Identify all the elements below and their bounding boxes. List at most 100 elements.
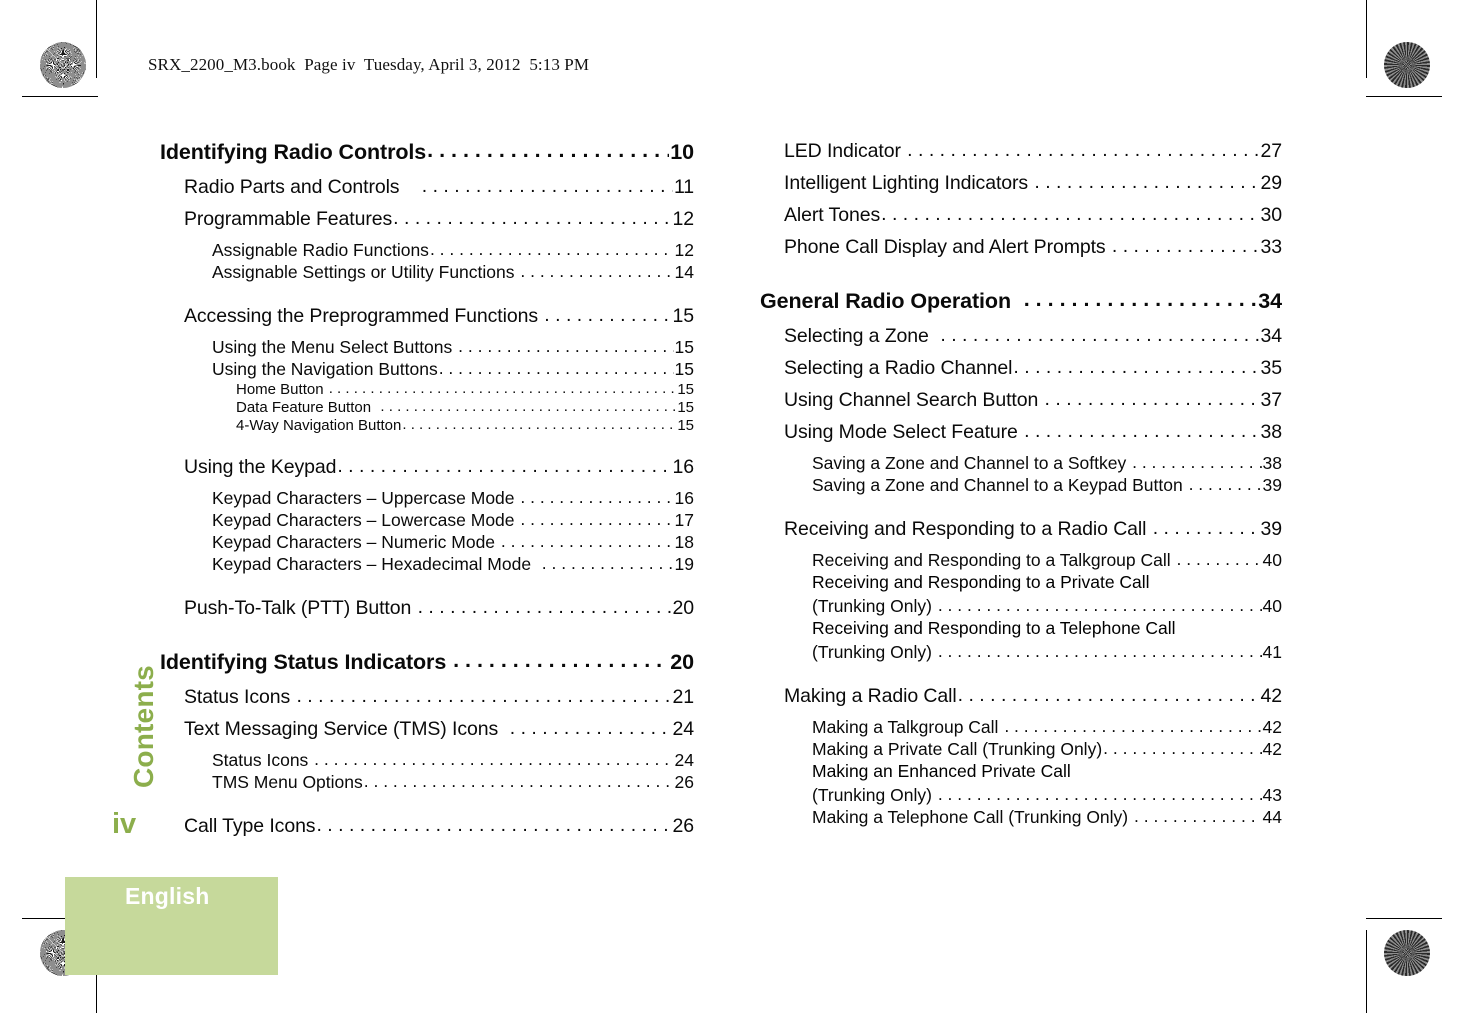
toc-entry-page-number: 41 (1262, 642, 1282, 662)
toc-entry[interactable]: 4-Way Navigation Button 15 (236, 417, 694, 434)
toc-entry[interactable]: Identifying Radio Controls 10 (160, 140, 694, 165)
toc-entry-title: Push-To-Talk (PTT) Button (184, 597, 417, 619)
toc-entry[interactable]: Phone Call Display and Alert Prompts 33 (784, 236, 1282, 259)
toc-entry-page-number: 10 (670, 140, 694, 164)
toc-entry[interactable]: Home Button 15 (236, 381, 694, 398)
toc-entry-title: TMS Menu Options (212, 772, 363, 792)
toc-entry-title: (Trunking Only) (812, 785, 937, 805)
toc-entry[interactable]: Assignable Radio Functions 12 (212, 240, 694, 261)
toc-entry-page-number: 37 (1260, 389, 1283, 411)
toc-entry[interactable]: Identifying Status Indicators 20 (160, 650, 694, 675)
toc-leader-dots (542, 553, 674, 574)
toc-leader-dots (422, 175, 673, 198)
toc-entry[interactable]: Making a Telephone Call (Trunking Only) … (812, 807, 1282, 828)
toc-entry-title: Identifying Status Indicators (160, 650, 453, 674)
toc-entry[interactable]: Keypad Characters – Uppercase Mode 16 (212, 488, 694, 509)
toc-entry[interactable]: Using the Navigation Buttons 15 (212, 359, 694, 380)
toc-entry-page-number: 15 (672, 305, 695, 327)
toc-entry-page-number: 33 (1260, 236, 1283, 258)
toc-entry[interactable]: Push-To-Talk (PTT) Button 20 (184, 597, 694, 620)
toc-column-right: LED Indicator 27 Intelligent Lighting Ind… (760, 140, 1282, 829)
toc-entry[interactable]: Using the Keypad 16 (184, 456, 694, 479)
toc-leader-dots (430, 239, 674, 260)
toc-entry-title: Using the Menu Select Buttons (212, 337, 458, 357)
chapter-side-tab: Contents (92, 640, 159, 790)
toc-entry-title: General Radio Operation (760, 289, 1023, 313)
toc-entry[interactable]: Using Channel Search Button 37 (784, 389, 1282, 412)
toc-entry[interactable]: Making a Talkgroup Call 42 (812, 717, 1282, 738)
toc-entry-page-number: 15 (674, 359, 694, 379)
toc-entry[interactable]: Using the Menu Select Buttons 15 (212, 337, 694, 358)
toc-entry-page-number: 15 (677, 381, 694, 398)
crop-mark-bottom-right-horizontal (1366, 918, 1442, 919)
toc-entry-title: Home Button (236, 381, 328, 398)
toc-entry[interactable]: Selecting a Zone 34 (784, 325, 1282, 348)
toc-entry[interactable]: Status Icons 24 (212, 750, 694, 771)
toc-entry[interactable]: Accessing the Preprogrammed Functions 15 (184, 305, 694, 328)
toc-entry[interactable]: Making a Private Call (Trunking Only) 42 (812, 739, 1282, 760)
toc-leader-dots (296, 685, 671, 708)
toc-entry[interactable]: Text Messaging Service (TMS) Icons 24 (184, 718, 694, 741)
registration-target-left-upper (28, 96, 88, 156)
toc-entry-wrapped-line[interactable]: Receiving and Responding to a Private Ca… (812, 572, 1282, 593)
toc-entry-page-number: 24 (672, 718, 695, 740)
toc-entry[interactable]: Selecting a Radio Channel 35 (784, 357, 1282, 380)
toc-leader-dots (938, 641, 1262, 662)
toc-entry[interactable]: Receiving and Responding to a Radio Call… (784, 518, 1282, 541)
toc-entry-page-number: 20 (672, 597, 695, 619)
toc-entry[interactable]: Data Feature Button 15 (236, 399, 694, 416)
toc-entry[interactable]: Keypad Characters – Hexadecimal Mode 19 (212, 554, 694, 575)
toc-entry[interactable]: (Trunking Only) 43 (812, 785, 1282, 806)
toc-entry-title: Making a Radio Call (784, 685, 957, 707)
toc-entry-title: Call Type Icons (184, 815, 316, 837)
toc-entry-page-number: 39 (1260, 518, 1283, 540)
toc-entry[interactable]: Intelligent Lighting Indicators 29 (784, 172, 1282, 195)
toc-entry-page-number: 35 (1260, 357, 1283, 379)
toc-entry-page-number: 20 (670, 650, 694, 674)
toc-entry-title: Making a Private Call (Trunking Only) (812, 739, 1103, 759)
toc-entry-title: Status Icons (212, 750, 314, 770)
toc-entry[interactable]: Alert Tones 30 (784, 204, 1282, 227)
toc-entry[interactable]: (Trunking Only) 40 (812, 596, 1282, 617)
toc-entry-title: Alert Tones (784, 204, 881, 226)
toc-entry-title: (Trunking Only) (812, 642, 937, 662)
toc-entry[interactable]: Assignable Settings or Utility Functions… (212, 262, 694, 283)
toc-entry-title: Keypad Characters – Numeric Mode (212, 532, 500, 552)
toc-entry[interactable]: Saving a Zone and Channel to a Softkey 3… (812, 453, 1282, 474)
toc-entry-wrapped-line[interactable]: Making an Enhanced Private Call (812, 761, 1282, 782)
toc-entry-page-number: 15 (674, 337, 694, 357)
toc-entry-title: Selecting a Radio Channel (784, 357, 1013, 379)
toc-entry[interactable]: General Radio Operation 34 (760, 289, 1282, 314)
toc-leader-dots (501, 531, 674, 552)
toc-entry-page-number: 34 (1258, 289, 1282, 313)
toc-leader-dots (1189, 474, 1262, 495)
toc-entry[interactable]: Receiving and Responding to a Talkgroup … (812, 550, 1282, 571)
toc-entry[interactable]: Saving a Zone and Channel to a Keypad Bu… (812, 475, 1282, 496)
document-page: SRX_2200_M3.book Page iv Tuesday, April … (0, 0, 1462, 1013)
toc-leader-dots (1024, 420, 1259, 443)
toc-entry-title: LED Indicator (784, 140, 907, 162)
toc-entry[interactable]: LED Indicator 27 (784, 140, 1282, 163)
registration-target-right-upper (1375, 96, 1435, 156)
toc-entry-page-number: 15 (677, 417, 694, 434)
toc-entry-title: Selecting a Zone (784, 325, 940, 347)
toc-entry[interactable]: Programmable Features 12 (184, 208, 694, 231)
toc-leader-dots (881, 203, 1259, 226)
toc-leader-dots (938, 784, 1262, 805)
toc-entry[interactable]: Keypad Characters – Lowercase Mode 17 (212, 510, 694, 531)
toc-entry-wrapped-line[interactable]: Receiving and Responding to a Telephone … (812, 618, 1282, 639)
toc-entry[interactable]: Keypad Characters – Numeric Mode 18 (212, 532, 694, 553)
toc-entry[interactable]: (Trunking Only) 41 (812, 642, 1282, 663)
toc-entry[interactable]: Using Mode Select Feature 38 (784, 421, 1282, 444)
toc-entry[interactable]: Making a Radio Call 42 (784, 685, 1282, 708)
toc-entry-page-number: 19 (674, 554, 694, 574)
toc-entry-title: Using Channel Search Button (784, 389, 1044, 411)
crop-mark-top-right-vertical (1366, 0, 1367, 78)
toc-entry[interactable]: TMS Menu Options 26 (212, 772, 694, 793)
toc-entry[interactable]: Radio Parts and Controls 11 (184, 176, 694, 199)
toc-entry-page-number: 18 (674, 532, 694, 552)
toc-entry[interactable]: Call Type Icons 26 (184, 815, 694, 838)
toc-leader-dots (418, 596, 672, 619)
toc-entry[interactable]: Status Icons 21 (184, 686, 694, 709)
toc-entry-page-number: 43 (1262, 785, 1282, 805)
